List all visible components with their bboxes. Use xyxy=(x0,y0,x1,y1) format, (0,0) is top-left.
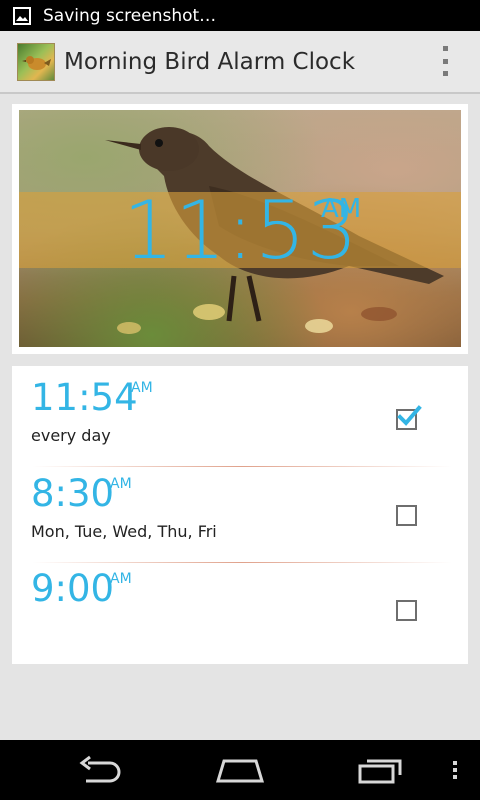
alarm-row[interactable]: 9:00 AM xyxy=(12,557,468,652)
alarm-days: every day xyxy=(31,426,111,445)
recent-apps-icon[interactable] xyxy=(357,755,405,785)
app-title: Morning Bird Alarm Clock xyxy=(64,48,356,75)
action-bar: Morning Bird Alarm Clock xyxy=(0,31,480,94)
checkmark-icon xyxy=(397,405,422,426)
alarm-time: 9:00 xyxy=(31,567,115,610)
menu-icon[interactable] xyxy=(449,755,461,785)
back-icon[interactable] xyxy=(78,755,124,785)
clock-card: 11:53 AM xyxy=(12,104,468,354)
status-bar: Saving screenshot… xyxy=(0,0,480,31)
navigation-bar xyxy=(0,740,480,800)
bird-photo: 11:53 AM xyxy=(19,110,461,347)
alarm-enabled-checkbox[interactable] xyxy=(396,405,422,430)
image-icon xyxy=(12,6,32,26)
current-time-ampm: AM xyxy=(321,194,362,224)
alarm-enabled-checkbox[interactable] xyxy=(396,505,417,526)
alarm-time: 11:54 xyxy=(31,376,138,419)
alarm-days: Mon, Tue, Wed, Thu, Fri xyxy=(31,522,217,541)
alarm-enabled-checkbox[interactable] xyxy=(396,600,417,621)
alarm-ampm: AM xyxy=(131,380,153,396)
alarm-row[interactable]: 11:54 AM every day xyxy=(12,366,468,461)
alarm-list: 11:54 AM every day 8:30 AM Mon, Tue, Wed… xyxy=(12,366,468,664)
alarm-time: 8:30 xyxy=(31,472,115,515)
alarm-ampm: AM xyxy=(110,571,132,587)
status-notification-text: Saving screenshot… xyxy=(43,5,217,26)
alarm-ampm: AM xyxy=(110,476,132,492)
bird-app-icon xyxy=(17,42,55,81)
overflow-menu-icon[interactable] xyxy=(437,46,453,76)
home-icon[interactable] xyxy=(215,755,265,785)
alarm-row[interactable]: 8:30 AM Mon, Tue, Wed, Thu, Fri xyxy=(12,462,468,557)
